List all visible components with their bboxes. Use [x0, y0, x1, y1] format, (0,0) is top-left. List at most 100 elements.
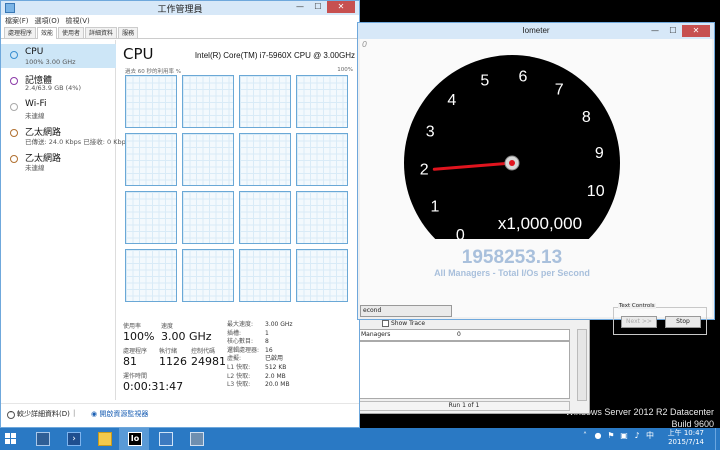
spec-key: L2 快取: [227, 372, 251, 380]
taskbar: › Io ˄ ● ⚑ ▣ ♪ 中 上午 10:47 2015/7/14 [0, 428, 720, 450]
maximize-button[interactable]: ☐ [309, 1, 327, 13]
show-desktop-button[interactable] [715, 428, 720, 450]
tray-network-icon[interactable]: ▣ [619, 431, 629, 441]
tray-flag-icon[interactable]: ⚑ [606, 431, 616, 441]
results-list[interactable] [358, 341, 570, 399]
taskbar-clock[interactable]: 上午 10:47 2015/7/14 [668, 429, 704, 447]
dial-number: 9 [595, 145, 604, 162]
minimize-button[interactable]: — [291, 1, 309, 13]
menu-file[interactable]: 檔案(F) [5, 15, 29, 27]
speedometer-dial: 01 2 34 5 6 7 8 9 10 x1,000,000 [404, 55, 620, 244]
powershell-icon: › [67, 432, 81, 446]
second-button[interactable]: econd [360, 305, 452, 317]
taskbar-file-explorer[interactable] [89, 428, 119, 450]
performance-sidebar: CPU 100% 3.00 GHz 記憶體 2.4/63.9 GB (4%) W… [1, 40, 129, 400]
menu-options[interactable]: 選項(O) [35, 15, 60, 27]
tab-users[interactable]: 使用者 [58, 27, 85, 38]
tray-language-indicator[interactable]: 中 [645, 431, 655, 441]
cpu-indicator-icon [10, 51, 18, 59]
dial-number: 4 [447, 92, 456, 109]
close-button[interactable]: ✕ [682, 25, 710, 37]
cpu-panel: CPU Intel(R) Core(TM) i7-5960X CPU @ 3.0… [123, 43, 355, 403]
resource-monitor-icon: ◉ [91, 410, 98, 418]
spec-row: 邏輯處理器: 16 [227, 347, 357, 356]
ethernet-indicator-icon [10, 155, 18, 163]
fewer-details-link[interactable]: ˄ 較少詳細資料(D) [7, 409, 70, 419]
task-manager-titlebar[interactable]: 工作管理員 — ☐ ✕ [1, 1, 359, 15]
logical-processor-graph [182, 249, 234, 302]
iometer-dial-dialog[interactable]: Iometer — ☐ ✕ 0 0 1 2 3 4 5 6 7 8 9 10 x1,000,000 … [357, 22, 715, 335]
task-manager-window[interactable]: 工作管理員 — ☐ ✕ 檔案(F) 選項(O) 檢視(V) 處理程序 效能 使用… [0, 0, 360, 428]
logical-processor-graphs[interactable] [125, 75, 348, 307]
stop-button[interactable]: Stop [665, 316, 701, 328]
dial-number: 5 [480, 72, 489, 89]
sidebar-item-wifi[interactable]: Wi-Fi 未連線 [1, 96, 116, 120]
tab-processes[interactable]: 處理程序 [4, 27, 37, 38]
sidebar-item-ethernet-1[interactable]: 乙太網路 已傳送: 24.0 Kbps 已接收: 0 Kbps [1, 122, 129, 146]
stat-label: 運作時間 [123, 373, 148, 380]
show-trace-label: Show Trace [391, 320, 426, 327]
close-button[interactable]: ✕ [327, 1, 355, 13]
minimize-button[interactable]: — [646, 25, 664, 37]
tray-volume-icon[interactable]: ♪ [632, 431, 642, 441]
sidebar-item-ethernet-2[interactable]: 乙太網路 未連線 [1, 148, 116, 172]
stat-processes: 81 [123, 355, 137, 368]
server-manager-icon [36, 432, 50, 446]
sidebar-item-memory[interactable]: 記憶體 2.4/63.9 GB (4%) [1, 70, 116, 94]
spec-key: 核心數目: [227, 338, 254, 346]
tab-services[interactable]: 服務 [118, 27, 139, 38]
spec-key: 最大速度: [227, 321, 254, 328]
dial-number: 2 [420, 162, 429, 179]
dial-number: 1 [430, 198, 439, 215]
task-manager-footer: ˄ 較少詳細資料(D) | ◉ 開啟資源監視器 [1, 403, 359, 423]
sidebar-item-label: CPU [25, 47, 44, 57]
taskbar-powershell[interactable]: › [58, 428, 88, 450]
spec-row: 虛擬: 已啟用 [227, 355, 357, 364]
needle-hub-center [509, 160, 515, 166]
taskbar-task-manager[interactable] [150, 428, 180, 450]
fewer-details-label: 較少詳細資料(D) [17, 410, 70, 418]
spec-value: 3.00 GHz [265, 321, 293, 328]
stat-label: 速度 [161, 323, 174, 330]
show-trace-checkbox[interactable]: Show Trace [382, 320, 425, 328]
clock-time: 上午 10:47 [667, 429, 704, 437]
tab-details[interactable]: 詳細資料 [85, 27, 118, 38]
logical-processor-graph [239, 75, 291, 128]
sidebar-item-detail: 未連線 [25, 164, 45, 172]
dial-number: 3 [426, 124, 435, 141]
sidebar-item-cpu[interactable]: CPU 100% 3.00 GHz [1, 44, 116, 68]
tab-performance[interactable]: 效能 [37, 27, 58, 39]
stat-speed: 3.00 GHz [161, 330, 212, 343]
tray-arrow-icon[interactable]: ˄ [580, 431, 590, 441]
memory-indicator-icon [10, 77, 18, 85]
tray-user-icon[interactable]: ● [593, 431, 603, 441]
total-iops-value: 1958253.13 [461, 247, 563, 268]
stat-label: 執行緒 [159, 348, 178, 355]
taskbar-iometer[interactable]: Io [119, 428, 149, 450]
maximize-button[interactable]: ☐ [664, 25, 682, 37]
start-button[interactable] [0, 428, 24, 450]
open-resource-monitor-link[interactable]: ◉ 開啟資源監視器 [91, 409, 148, 419]
dial-number: 6 [519, 69, 528, 86]
cpu-heading: CPU [123, 45, 154, 63]
spec-value: 20.0 MB [265, 381, 290, 389]
menu-view[interactable]: 檢視(V) [65, 15, 89, 27]
taskbar-server-manager[interactable] [27, 428, 57, 450]
spec-value: 已啟用 [265, 355, 284, 363]
spec-key: 虛擬: [227, 355, 242, 363]
iometer-titlebar[interactable]: Iometer — ☐ ✕ [358, 23, 714, 39]
spec-key: L1 快取: [227, 363, 251, 371]
spec-row: L3 快取: 20.0 MB [227, 381, 357, 390]
results-scrollbar[interactable] [577, 329, 587, 401]
logical-processor-graph [296, 249, 348, 302]
graph-caption: 過去 60 秒的利用率 % [125, 69, 181, 75]
taskbar-remote-desktop[interactable] [181, 428, 211, 450]
logical-processor-graph [239, 133, 291, 186]
logical-processor-graph [239, 249, 291, 302]
stat-utilization: 100% [123, 330, 155, 343]
folder-icon [98, 432, 112, 446]
dial-number: 0 [456, 227, 465, 244]
cpu-model: Intel(R) Core(TM) i7-5960X CPU @ 3.00GHz [194, 51, 355, 60]
next-button[interactable]: Next >> [621, 316, 657, 328]
stat-uptime: 0:00:31:47 [123, 380, 184, 393]
